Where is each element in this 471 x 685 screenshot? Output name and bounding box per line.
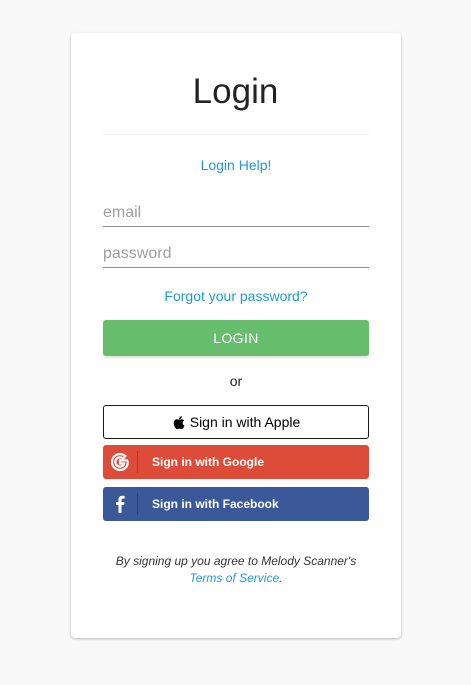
google-icon: [103, 445, 137, 479]
email-field[interactable]: [103, 200, 369, 227]
google-button-label: Sign in with Google: [152, 455, 264, 469]
apple-button-label: Sign in with Apple: [189, 414, 301, 430]
page-title: Login: [192, 72, 279, 111]
apple-icon: [173, 415, 185, 429]
or-separator: or: [229, 373, 243, 389]
divider: [103, 134, 369, 135]
forgot-password-link[interactable]: Forgot your password?: [103, 288, 369, 304]
sign-in-with-google-button[interactable]: Sign in with Google: [103, 445, 369, 479]
title-row: Login: [0, 72, 471, 112]
terms-period: .: [279, 571, 283, 585]
terms-text: By signing up you agree to Melody Scanne…: [115, 554, 357, 568]
sign-in-with-apple-button[interactable]: Sign in with Apple: [103, 405, 369, 439]
sign-in-with-facebook-button[interactable]: Sign in with Facebook: [103, 487, 369, 521]
login-button[interactable]: LOGIN: [103, 320, 369, 356]
facebook-separator: [137, 493, 138, 515]
password-field[interactable]: [103, 241, 369, 268]
login-help-link[interactable]: Login Help!: [103, 157, 369, 173]
google-separator: [137, 451, 138, 473]
facebook-icon: [103, 487, 137, 521]
facebook-button-label: Sign in with Facebook: [152, 497, 279, 511]
terms-of-service-link[interactable]: Terms of Service: [190, 571, 280, 585]
terms-notice: By signing up you agree to Melody Scanne…: [103, 553, 369, 587]
